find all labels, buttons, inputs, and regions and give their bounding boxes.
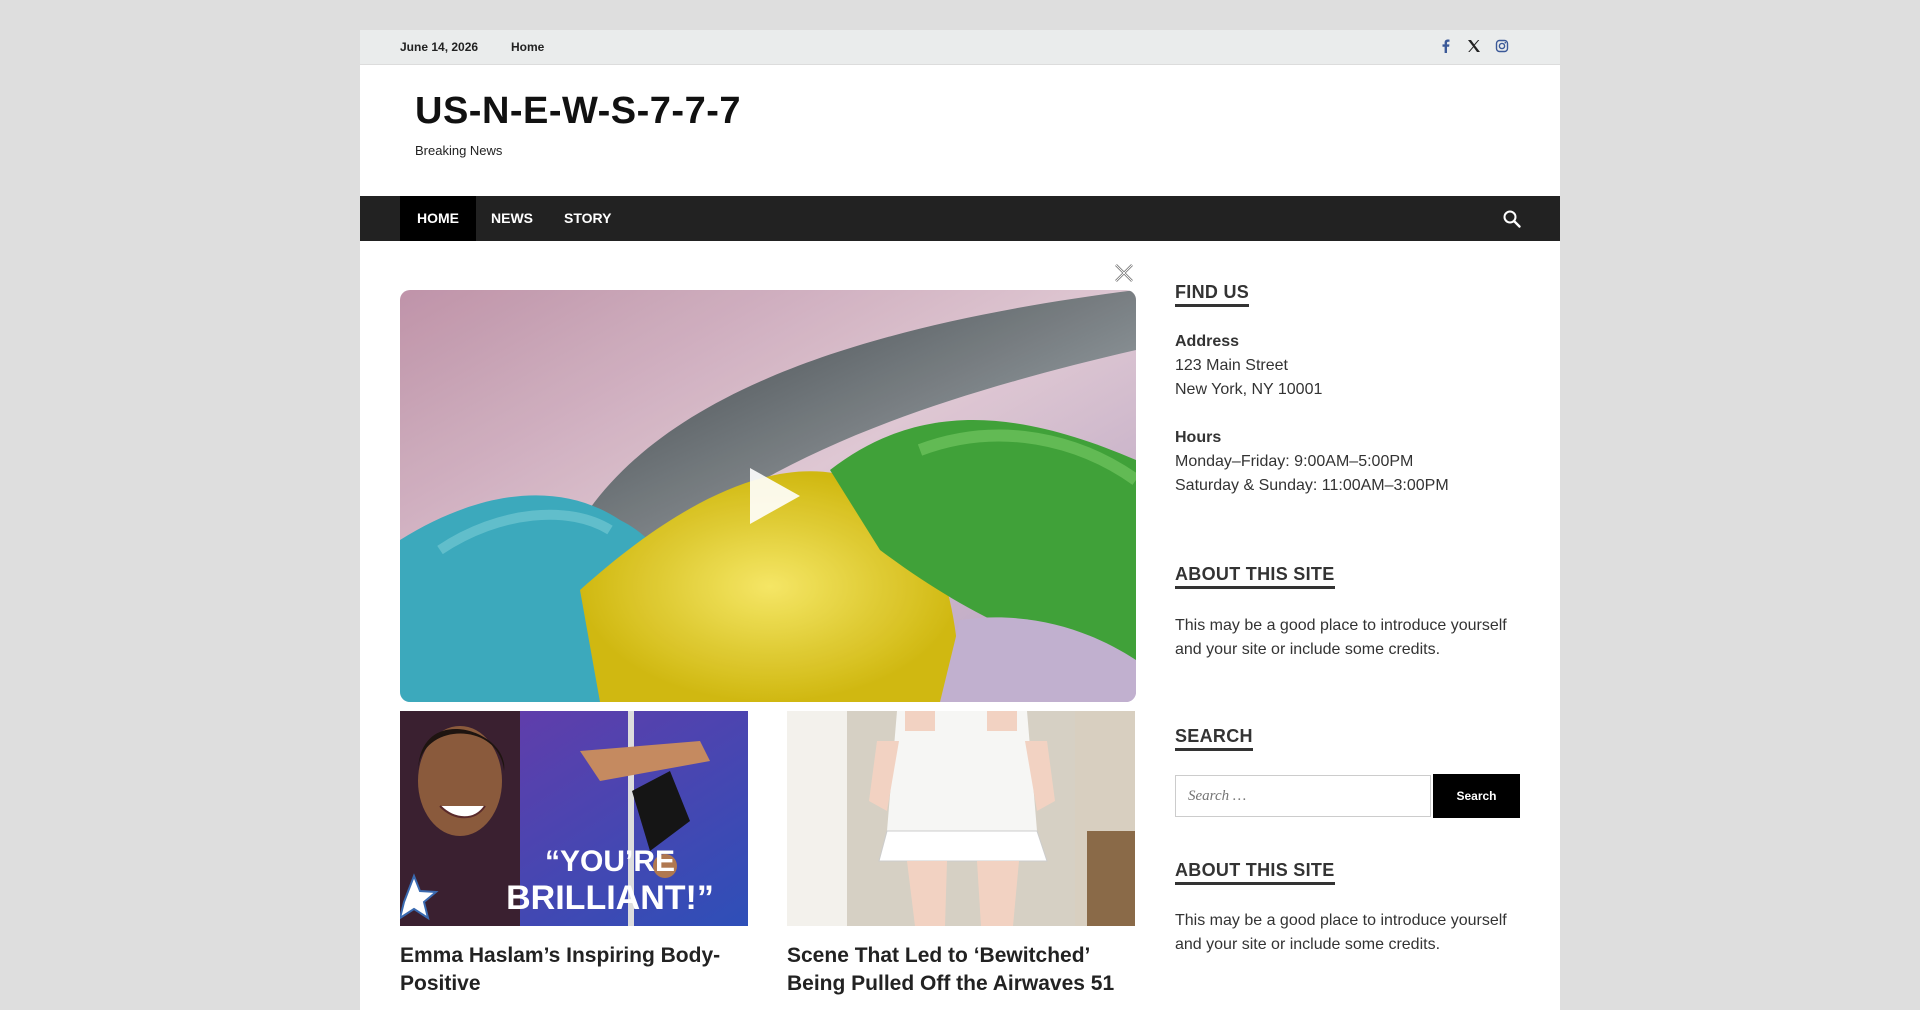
widget-title-about: ABOUT THIS SITE: [1175, 564, 1335, 589]
search-icon[interactable]: [1502, 209, 1522, 229]
find-us-content: Address 123 Main Street New York, NY 100…: [1175, 330, 1495, 498]
address-label: Address: [1175, 333, 1240, 350]
widget-title-about: ABOUT THIS SITE: [1175, 860, 1335, 885]
search-button[interactable]: Search: [1433, 774, 1520, 818]
post-thumbnail[interactable]: [787, 711, 1135, 926]
hours-label: Hours: [1175, 429, 1222, 446]
video-player[interactable]: [400, 290, 1136, 702]
hours-line: Saturday & Sunday: 11:00AM–3:00PM: [1175, 477, 1449, 494]
nav-item-news[interactable]: NEWS: [474, 196, 550, 241]
page-container: June 14, 2026 Home US-N-E-W-S-7-7-7 Brea…: [360, 30, 1560, 1010]
widget-title-search: SEARCH: [1175, 726, 1253, 751]
site-tagline: Breaking News: [415, 143, 503, 158]
instagram-icon[interactable]: [1494, 38, 1510, 54]
thumb-caption: “YOU’RE: [545, 845, 675, 878]
play-icon[interactable]: [744, 464, 804, 528]
main-nav: HOME NEWS STORY: [360, 196, 1560, 241]
hours-line: Monday–Friday: 9:00AM–5:00PM: [1175, 453, 1414, 470]
close-icon[interactable]: [1112, 261, 1136, 285]
current-date: June 14, 2026: [400, 40, 479, 54]
nav-item-story[interactable]: STORY: [547, 196, 628, 241]
site-title[interactable]: US-N-E-W-S-7-7-7: [415, 90, 741, 133]
post-title[interactable]: Scene That Led to ‘Bewitched’ Being Pull…: [787, 942, 1135, 998]
x-icon[interactable]: [1466, 38, 1482, 54]
widget-title-find-us: FIND US: [1175, 282, 1250, 307]
top-bar: June 14, 2026 Home: [360, 30, 1560, 65]
about-text: This may be a good place to introduce yo…: [1175, 912, 1507, 953]
address-line: New York, NY 10001: [1175, 381, 1323, 398]
top-home-link[interactable]: Home: [511, 40, 544, 54]
nav-item-home[interactable]: HOME: [400, 196, 476, 241]
social-links: [1438, 38, 1510, 54]
about-text: This may be a good place to introduce yo…: [1175, 617, 1507, 658]
post-thumbnail[interactable]: “YOU’RE BRILLIANT!”: [400, 711, 748, 926]
svg-text:BRILLIANT!”: BRILLIANT!”: [506, 879, 714, 917]
post-title[interactable]: Emma Haslam’s Inspiring Body-Positive: [400, 942, 748, 998]
search-input[interactable]: [1175, 775, 1431, 817]
address-line: 123 Main Street: [1175, 357, 1288, 374]
facebook-icon[interactable]: [1438, 38, 1454, 54]
